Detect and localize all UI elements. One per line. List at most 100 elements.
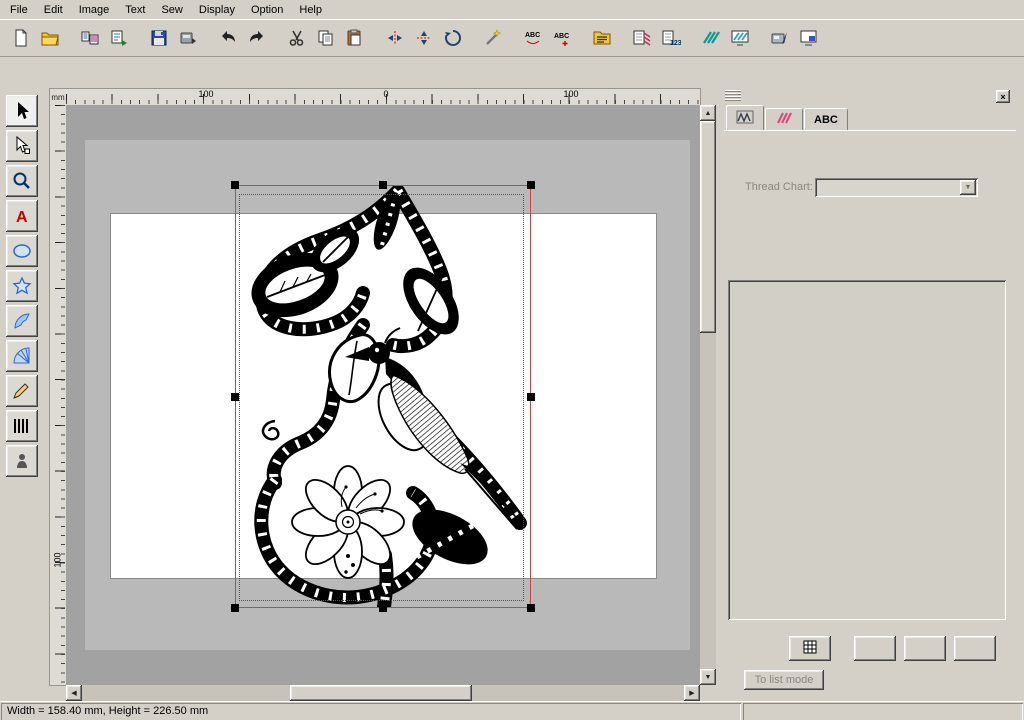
selection-handle[interactable]: [379, 604, 387, 612]
svg-text:ABC: ABC: [554, 33, 569, 40]
selection-handle[interactable]: [527, 181, 535, 189]
menu-edit[interactable]: Edit: [36, 2, 71, 18]
star-tool[interactable]: [6, 270, 38, 302]
menu-text[interactable]: Text: [117, 2, 153, 18]
new-document-icon[interactable]: [8, 25, 34, 51]
chevron-down-icon[interactable]: ▼: [960, 180, 976, 195]
reference-window-icon[interactable]: [796, 25, 822, 51]
status-bar: Width = 158.40 mm, Height = 226.50 mm: [0, 701, 1024, 720]
stitch-bars-tool[interactable]: [6, 410, 38, 442]
import-design-icon[interactable]: [77, 25, 103, 51]
export-design-icon[interactable]: [175, 25, 201, 51]
menu-sew[interactable]: Sew: [153, 2, 190, 18]
selection-handle[interactable]: [527, 604, 535, 612]
design-property-icon[interactable]: [629, 25, 655, 51]
sewing-order-icon[interactable]: [589, 25, 615, 51]
write-to-machine-icon[interactable]: [767, 25, 793, 51]
copy-icon[interactable]: [313, 25, 339, 51]
tool-palette: A: [6, 95, 42, 480]
horizontal-scrollbar[interactable]: ◀ ▶: [66, 685, 700, 701]
stamp-tool[interactable]: [6, 445, 38, 477]
sewing-attributes-panel: × ABC Thread Chart: ▼: [722, 88, 1018, 698]
vertical-ruler: 100: [49, 105, 67, 686]
ruler-label: 0: [383, 89, 388, 99]
save-icon[interactable]: [146, 25, 172, 51]
button-3[interactable]: [904, 636, 946, 661]
tab-sewing-attributes[interactable]: [726, 105, 764, 130]
flip-horizontal-icon[interactable]: [382, 25, 408, 51]
pencil-tool[interactable]: [6, 375, 38, 407]
text-attributes-icon[interactable]: ABC: [549, 25, 575, 51]
stitch-simulator-icon[interactable]: [698, 25, 724, 51]
rotate-icon[interactable]: [440, 25, 466, 51]
undo-icon[interactable]: [215, 25, 241, 51]
horizontal-ruler: 100 0 100: [66, 88, 701, 106]
zoom-tool[interactable]: [6, 165, 38, 197]
oval-tool[interactable]: [6, 235, 38, 267]
ruler-label: 100: [563, 89, 578, 99]
thread-chart-dropdown[interactable]: ▼: [815, 178, 978, 197]
tab-label: ABC: [814, 114, 838, 126]
tab-thread-color[interactable]: [765, 108, 803, 130]
shape-tool[interactable]: [6, 305, 38, 337]
selection-outline: [235, 185, 531, 608]
thread-chart-label: Thread Chart:: [745, 181, 813, 193]
import-card-icon[interactable]: [106, 25, 132, 51]
stitch-count-icon[interactable]: 123: [658, 25, 684, 51]
selection-handle[interactable]: [527, 393, 535, 401]
scroll-right-button[interactable]: ▶: [684, 685, 700, 701]
grid-icon: [802, 639, 818, 658]
status-bar-spacer: [743, 703, 1023, 720]
scroll-down-button[interactable]: ▼: [700, 669, 716, 685]
horizontal-scroll-thumb[interactable]: [290, 685, 472, 701]
menu-bar: FileEditImageTextSewDisplayOptionHelp: [0, 0, 1024, 19]
cut-icon[interactable]: [284, 25, 310, 51]
grid-view-button[interactable]: [789, 636, 831, 661]
panel-tabs: ABC: [726, 108, 849, 130]
to-list-mode-button[interactable]: To list mode: [744, 670, 824, 690]
thread-color-list[interactable]: [728, 280, 1006, 620]
thread-color-icon: [775, 111, 793, 128]
menu-display[interactable]: Display: [191, 2, 243, 18]
menu-file[interactable]: File: [2, 2, 36, 18]
ruler-label: 100: [198, 89, 213, 99]
redo-icon[interactable]: [244, 25, 270, 51]
design-settings-icon[interactable]: [480, 25, 506, 51]
point-edit-tool[interactable]: [6, 130, 38, 162]
scroll-left-button[interactable]: ◀: [66, 685, 82, 701]
panel-drag-grip[interactable]: [725, 90, 741, 102]
selection-handle[interactable]: [231, 393, 239, 401]
select-tool[interactable]: [6, 95, 38, 127]
sewing-stitch-icon: [736, 110, 754, 127]
scroll-up-button[interactable]: ▲: [700, 105, 716, 121]
design-canvas[interactable]: [66, 105, 700, 685]
text-tool[interactable]: A: [6, 200, 38, 232]
menu-image[interactable]: Image: [71, 2, 118, 18]
svg-text:A: A: [16, 209, 28, 226]
tab-divider: [724, 130, 1016, 131]
app-window: FileEditImageTextSewDisplayOptionHelp AB…: [0, 0, 1024, 720]
menu-help[interactable]: Help: [291, 2, 330, 18]
dimensions-status-text: Width = 158.40 mm, Height = 226.50 mm: [1, 703, 741, 720]
ruler-unit-label: mm: [49, 88, 67, 106]
selection-handle[interactable]: [231, 181, 239, 189]
text-arch-icon[interactable]: ABC: [520, 25, 546, 51]
selected-design[interactable]: [235, 185, 531, 608]
paste-icon[interactable]: [342, 25, 368, 51]
menu-option[interactable]: Option: [243, 2, 291, 18]
vertical-scroll-thumb[interactable]: [700, 121, 716, 333]
flip-vertical-icon[interactable]: [411, 25, 437, 51]
button-2[interactable]: [854, 636, 896, 661]
ruler-label: 100: [53, 552, 63, 567]
fan-tool[interactable]: [6, 340, 38, 372]
button-4[interactable]: [954, 636, 996, 661]
svg-text:ABC: ABC: [525, 32, 540, 39]
svg-text:123: 123: [670, 40, 681, 47]
tab-text-attributes[interactable]: ABC: [804, 108, 848, 130]
realistic-preview-icon[interactable]: [727, 25, 753, 51]
selection-handle[interactable]: [231, 604, 239, 612]
selection-handle[interactable]: [379, 181, 387, 189]
vertical-scrollbar[interactable]: ▲ ▼: [700, 105, 716, 685]
panel-close-button[interactable]: ×: [996, 90, 1010, 103]
open-file-icon[interactable]: [37, 25, 63, 51]
